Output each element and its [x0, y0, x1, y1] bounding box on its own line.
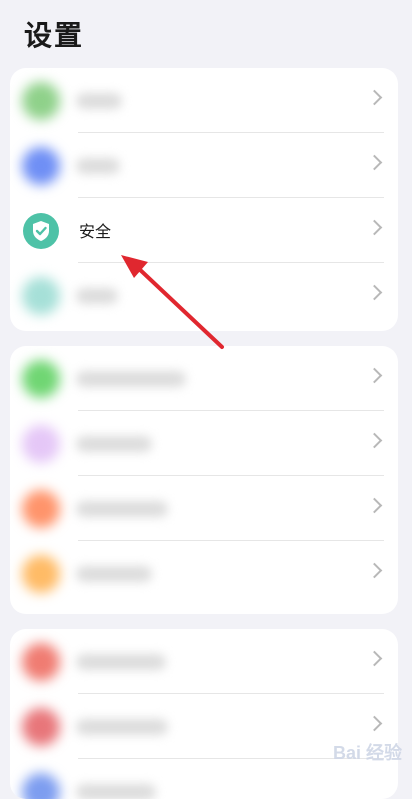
- blurred-label: [76, 784, 156, 799]
- watermark-logo: Bai 经验: [332, 743, 402, 763]
- annotation-arrow: [121, 255, 224, 349]
